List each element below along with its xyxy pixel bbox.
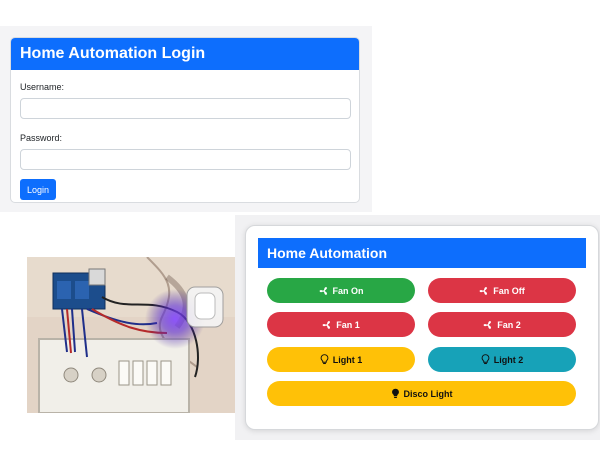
disco-light-label: Disco Light (403, 388, 453, 399)
light-1-button[interactable]: Light 1 (267, 347, 415, 372)
wall-switch-2 (132, 360, 144, 386)
fan-on-button[interactable]: Fan On (267, 278, 415, 303)
fan-off-button[interactable]: Fan Off (428, 278, 576, 303)
fan-off-label: Fan Off (493, 285, 525, 296)
automation-card: Home Automation Fan On Fan Off Fan 1 Fan… (245, 225, 599, 430)
light-1-label: Light 1 (332, 354, 363, 365)
fan-2-label: Fan 2 (497, 319, 521, 330)
relay-2 (75, 281, 89, 299)
username-label: Username: (20, 82, 65, 92)
lightbulb-filled-icon (391, 388, 400, 399)
fan-1-label: Fan 1 (336, 319, 360, 330)
login-form: Username: Password: Login (11, 82, 359, 200)
fan-icon (483, 320, 493, 330)
fan-2-button[interactable]: Fan 2 (428, 312, 576, 337)
fan-on-label: Fan On (332, 285, 364, 296)
relay-1 (57, 281, 71, 299)
login-title: Home Automation Login (11, 38, 359, 70)
fan-icon (479, 286, 489, 296)
lightbulb-outline-icon (320, 354, 329, 365)
wall-switch-1 (118, 360, 130, 386)
login-button[interactable]: Login (20, 179, 56, 200)
fan-icon (322, 320, 332, 330)
light-2-label: Light 2 (493, 354, 524, 365)
username-input[interactable] (20, 98, 351, 119)
page: Home Automation Login Username: Password… (0, 0, 600, 450)
light-2-button[interactable]: Light 2 (428, 347, 576, 372)
wall-switch-4 (160, 360, 172, 386)
disco-light-button[interactable]: Disco Light (267, 381, 576, 406)
regulator-knob-1 (63, 367, 79, 383)
login-card: Home Automation Login Username: Password… (10, 37, 360, 203)
wall-switch-3 (146, 360, 158, 386)
password-label: Password: (20, 133, 63, 143)
microcontroller-board (88, 268, 106, 286)
hardware-illustration (27, 257, 235, 413)
lightbulb-outline-icon (481, 354, 490, 365)
fan-icon (319, 286, 329, 296)
hardware-photo (27, 257, 235, 413)
panel-title: Home Automation (258, 238, 586, 268)
bulb (194, 292, 216, 320)
password-input[interactable] (20, 149, 351, 170)
regulator-knob-2 (91, 367, 107, 383)
fan-1-button[interactable]: Fan 1 (267, 312, 415, 337)
